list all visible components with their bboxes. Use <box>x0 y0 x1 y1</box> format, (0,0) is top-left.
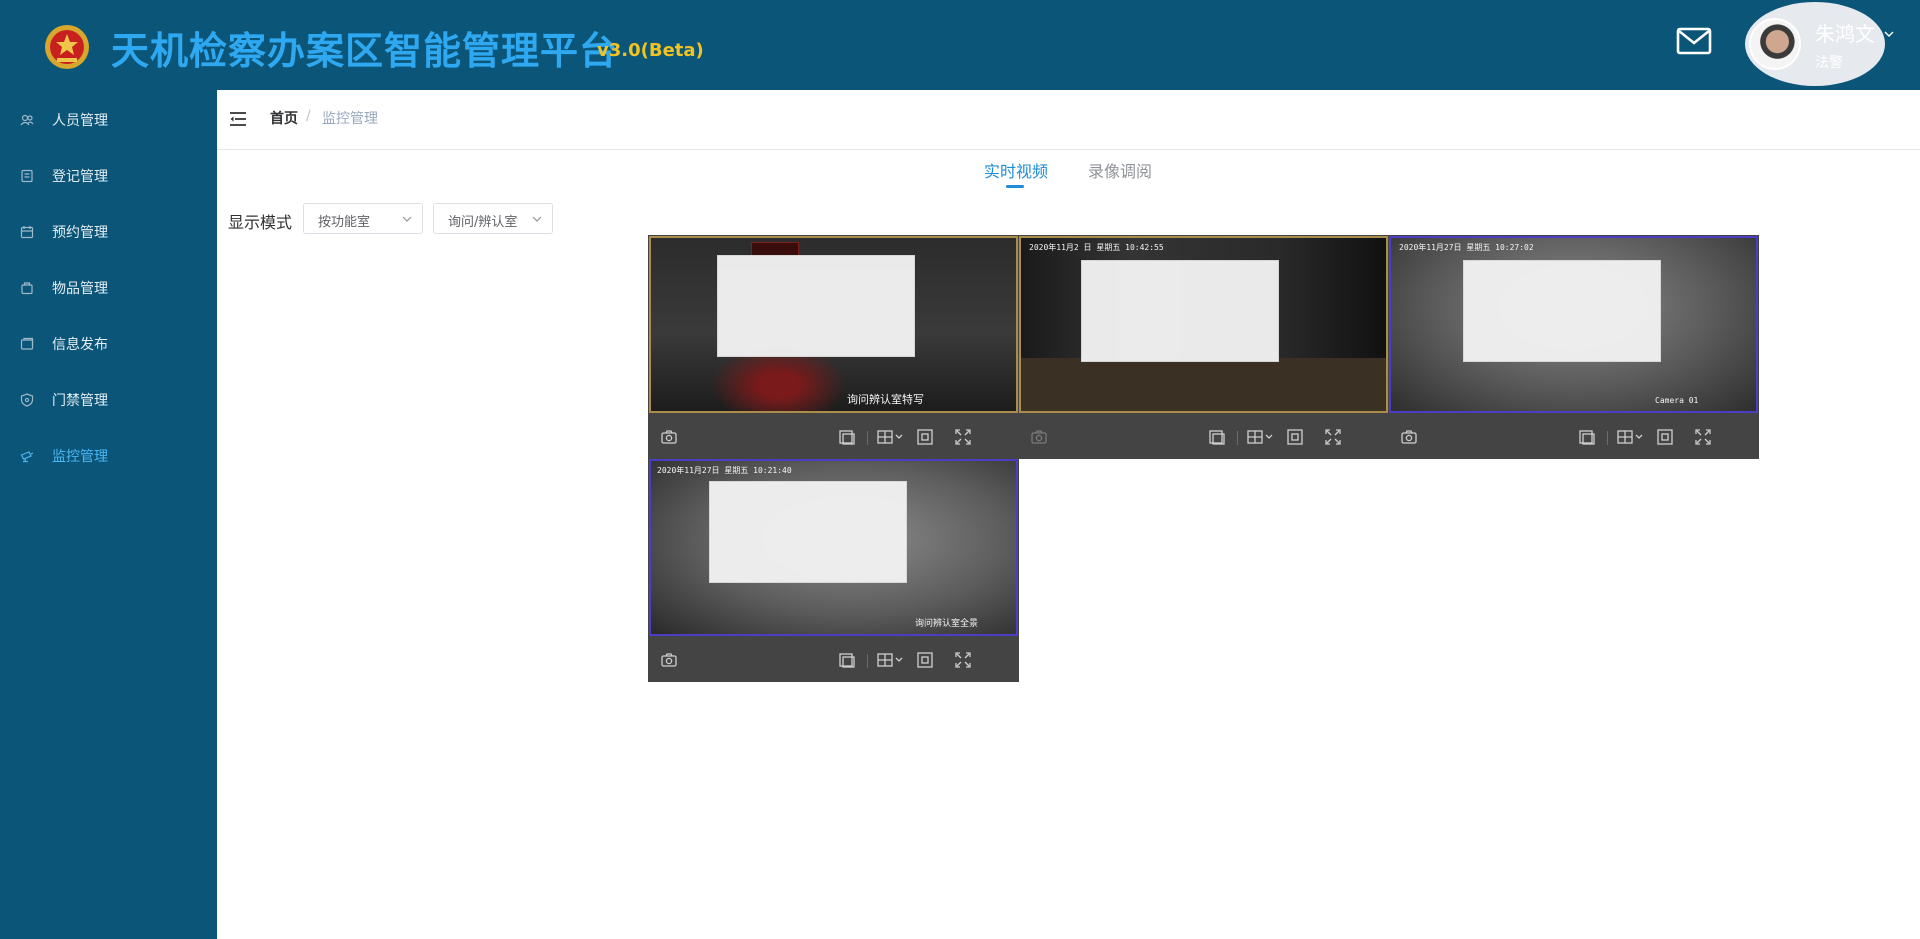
layout-icon[interactable] <box>1616 428 1646 446</box>
sidebar-item-label: 监控管理 <box>52 449 108 465</box>
video-tile[interactable]: 询问辨认室特写 <box>648 235 1019 459</box>
chevron-down-icon <box>532 216 542 222</box>
sidebar-item-publish[interactable]: 信息发布 <box>0 322 217 366</box>
breadcrumb-home[interactable]: 首页 <box>270 108 298 128</box>
screenshot-icon[interactable] <box>1400 428 1418 446</box>
breadcrumb-current: 监控管理 <box>322 111 378 127</box>
fullscreen-icon[interactable] <box>954 428 972 446</box>
sidebar-item-register[interactable]: 登记管理 <box>0 154 217 198</box>
menu-fold-icon[interactable] <box>229 110 247 128</box>
screenshot-icon[interactable] <box>660 651 678 669</box>
app-title: 天机检察办案区智能管理平台 <box>111 29 619 73</box>
sidebar-item-label: 物品管理 <box>52 281 108 297</box>
chevron-down-icon <box>402 216 412 222</box>
focus-icon[interactable] <box>916 651 934 669</box>
layout-icon[interactable] <box>876 651 906 669</box>
sidebar-item-label: 登记管理 <box>52 169 108 185</box>
video-tile[interactable]: 2020年11月2 日 星期五 10:42:55 <box>1018 235 1389 459</box>
video-toolbar <box>648 638 1019 682</box>
floor <box>1021 358 1386 411</box>
tab-recording-playback[interactable]: 录像调阅 <box>1088 158 1152 182</box>
privacy-mask <box>1463 260 1661 362</box>
tab-live-video[interactable]: 实时视频 <box>984 158 1048 182</box>
sidebar-item-label: 门禁管理 <box>52 393 108 409</box>
camera-icon <box>20 451 34 463</box>
clip-icon[interactable] <box>838 651 856 669</box>
chevron-down-icon[interactable] <box>1883 28 1895 40</box>
toolbar-divider <box>867 431 868 445</box>
privacy-mask <box>1081 260 1279 362</box>
focus-icon[interactable] <box>1656 428 1674 446</box>
active-tab-indicator <box>1006 185 1024 188</box>
register-icon <box>21 169 33 183</box>
sidebar-item-label: 人员管理 <box>52 113 108 129</box>
avatar[interactable] <box>1749 18 1801 70</box>
video-timestamp: 2020年11月27日 星期五 10:21:40 <box>657 466 792 475</box>
sidebar-item-access-control[interactable]: 门禁管理 <box>0 378 217 422</box>
video-toolbar <box>1388 415 1759 459</box>
sidebar-item-label: 信息发布 <box>52 337 108 353</box>
layout-icon[interactable] <box>876 428 906 446</box>
screenshot-icon[interactable] <box>1030 428 1048 446</box>
clip-icon[interactable] <box>1208 428 1226 446</box>
video-caption: 询问辨认室特写 <box>847 393 924 406</box>
app-version: v3.0(Beta) <box>597 40 704 61</box>
clip-icon[interactable] <box>1578 428 1596 446</box>
items-icon <box>21 282 33 295</box>
video-timestamp: 2020年11月2 日 星期五 10:42:55 <box>1029 243 1164 252</box>
publish-icon <box>20 337 34 350</box>
shield-icon <box>20 393 34 407</box>
fullscreen-icon[interactable] <box>1324 428 1342 446</box>
sidebar-item-label: 预约管理 <box>52 225 108 241</box>
focus-icon[interactable] <box>1286 428 1304 446</box>
room-select[interactable]: 询问/辨认室 <box>433 203 553 234</box>
clip-icon[interactable] <box>838 428 856 446</box>
sidebar-item-monitoring[interactable]: 监控管理 <box>0 434 217 478</box>
mode-select-value: 按功能室 <box>318 215 371 230</box>
led-display <box>751 242 799 256</box>
video-tile[interactable]: 2020年11月27日 星期五 10:21:40 询问辨认室全景 <box>648 458 1019 682</box>
user-name: 朱鸿文 <box>1815 22 1875 46</box>
video-feed[interactable]: 2020年11月27日 星期五 10:27:02 Camera 01 <box>1389 236 1758 413</box>
breadcrumb-separator: / <box>306 108 311 124</box>
video-feed[interactable]: 询问辨认室特写 <box>649 236 1018 413</box>
layout-icon[interactable] <box>1246 428 1276 446</box>
focus-icon[interactable] <box>916 428 934 446</box>
privacy-mask <box>717 255 915 357</box>
appointment-icon <box>20 226 34 239</box>
sidebar-item-people[interactable]: 人员管理 <box>0 98 217 142</box>
procuratorate-emblem-icon <box>45 25 89 69</box>
mail-icon[interactable] <box>1676 26 1712 56</box>
sidebar-item-items[interactable]: 物品管理 <box>0 266 217 310</box>
sidebar: 人员管理 登记管理 预约管理 物品管理 信息发布 门禁管理 监控管理 <box>0 90 217 939</box>
toolbar-divider <box>1607 431 1608 445</box>
video-feed[interactable]: 2020年11月27日 星期五 10:21:40 询问辨认室全景 <box>649 459 1018 636</box>
video-toolbar <box>1018 415 1389 459</box>
sidebar-item-appointment[interactable]: 预约管理 <box>0 210 217 254</box>
video-toolbar <box>648 415 1019 459</box>
display-mode-label: 显示模式 <box>228 213 293 232</box>
mode-select[interactable]: 按功能室 <box>303 203 423 234</box>
people-icon <box>20 114 34 126</box>
user-role: 法警 <box>1815 55 1843 71</box>
video-caption: 询问辨认室全景 <box>915 619 979 629</box>
video-timestamp: 2020年11月27日 星期五 10:27:02 <box>1399 243 1534 252</box>
toolbar-divider <box>1237 431 1238 445</box>
video-tile[interactable]: 2020年11月27日 星期五 10:27:02 Camera 01 <box>1388 235 1759 459</box>
fullscreen-icon[interactable] <box>954 651 972 669</box>
video-caption: Camera 01 <box>1655 396 1699 405</box>
fullscreen-icon[interactable] <box>1694 428 1712 446</box>
breadcrumb-bar: 首页 / 监控管理 <box>217 90 1920 150</box>
app-header: 天机检察办案区智能管理平台 v3.0(Beta) 朱鸿文 法警 <box>0 0 1920 90</box>
video-feed[interactable]: 2020年11月2 日 星期五 10:42:55 <box>1019 236 1388 413</box>
screenshot-icon[interactable] <box>660 428 678 446</box>
toolbar-divider <box>867 654 868 668</box>
privacy-mask <box>709 481 907 583</box>
room-select-value: 询问/辨认室 <box>448 215 518 230</box>
